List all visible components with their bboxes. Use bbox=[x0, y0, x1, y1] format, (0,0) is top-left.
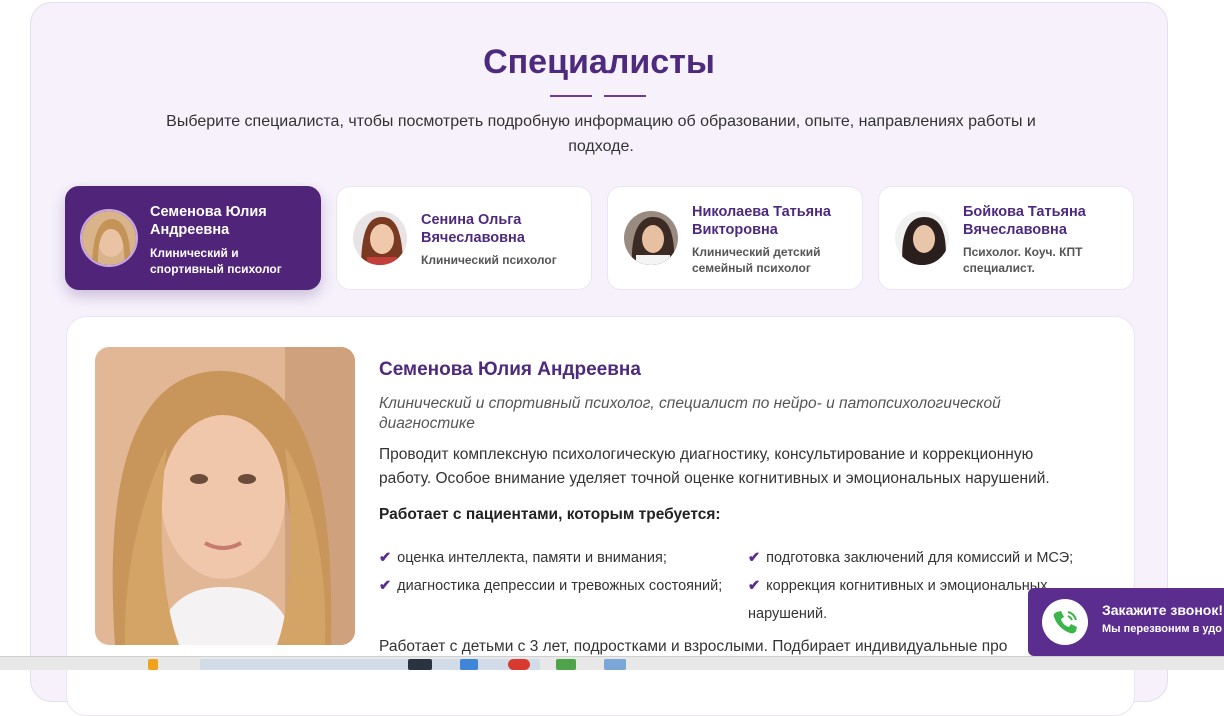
os-taskbar bbox=[0, 656, 1224, 670]
taskbar-app-icon[interactable] bbox=[604, 659, 626, 670]
specialist-name: Николаева Татьяна Викторовна bbox=[692, 204, 831, 238]
specialist-tabs: Семенова Юлия Андреевна Клинический и сп… bbox=[65, 186, 1137, 292]
avatar bbox=[80, 209, 138, 267]
specialist-name: Бойкова Татьяна Вячеславовна bbox=[963, 204, 1086, 238]
section-subtitle: Выберите специалиста, чтобы посмотреть п… bbox=[166, 113, 1036, 155]
callback-widget[interactable]: Закажите звонок! Мы перезвоним в удо bbox=[1028, 588, 1224, 656]
check-icon: ✔ bbox=[748, 578, 761, 594]
list-item: ✔ оценка интеллекта, памяти и внимания; bbox=[379, 550, 667, 566]
list-item: ✔ диагностика депрессии и тревожных состо… bbox=[379, 578, 723, 594]
works-with-list: ✔ оценка интеллекта, памяти и внимания; ✔… bbox=[379, 544, 1109, 624]
phone-icon bbox=[1042, 599, 1088, 645]
specialist-photo bbox=[95, 347, 355, 645]
taskbar-app-icon[interactable] bbox=[408, 659, 432, 670]
specialist-tab-senina[interactable]: Сенина Ольга Вячеславовна Клинический пс… bbox=[336, 186, 592, 290]
works-with-title: Работает с пациентами, которым требуется… bbox=[379, 506, 721, 523]
specialist-name: Семенова Юлия Андреевна bbox=[150, 204, 267, 238]
specialist-role: Клинический детский семейный психолог bbox=[692, 245, 821, 275]
profile-description: Проводит комплексную психологическую диа… bbox=[379, 446, 1050, 487]
check-icon: ✔ bbox=[379, 550, 392, 566]
specialist-role: Психолог. Коуч. КПТ специалист. bbox=[963, 245, 1083, 275]
specialist-tab-nikolaeva[interactable]: Николаева Татьяна Викторовна Клинический… bbox=[607, 186, 863, 290]
specialists-section: Специалисты Выберите специалиста, чтобы … bbox=[30, 2, 1168, 716]
list-item: ✔ подготовка заключений для комиссий и МС… bbox=[748, 550, 1074, 566]
section-title: Специалисты bbox=[483, 43, 715, 81]
title-divider-left bbox=[550, 95, 592, 97]
specialist-name: Сенина Ольга Вячеславовна bbox=[421, 212, 525, 246]
profile-role: Клинический и спортивный психолог, специ… bbox=[379, 395, 1001, 432]
callback-subtitle: Мы перезвоним в удо bbox=[1102, 623, 1222, 635]
callback-title: Закажите звонок! bbox=[1102, 602, 1224, 618]
specialist-tab-boykova[interactable]: Бойкова Татьяна Вячеславовна Психолог. К… bbox=[878, 186, 1134, 290]
specialist-tab-semenova[interactable]: Семенова Юлия Андреевна Клинический и сп… bbox=[65, 186, 321, 290]
specialist-role: Клинический и спортивный психолог bbox=[150, 246, 282, 276]
specialist-role: Клинический психолог bbox=[421, 253, 557, 267]
check-icon: ✔ bbox=[748, 550, 761, 566]
avatar bbox=[622, 209, 680, 267]
avatar bbox=[893, 209, 951, 267]
taskbar-app-icon[interactable] bbox=[556, 659, 576, 670]
profile-name: Семенова Юлия Андреевна bbox=[379, 359, 641, 380]
taskbar-app-icon[interactable] bbox=[148, 659, 158, 670]
taskbar-window-strip bbox=[200, 659, 540, 670]
avatar bbox=[351, 209, 409, 267]
taskbar-app-icon[interactable] bbox=[508, 659, 530, 670]
title-divider-right bbox=[604, 95, 646, 97]
check-icon: ✔ bbox=[379, 578, 392, 594]
taskbar-app-icon[interactable] bbox=[460, 659, 478, 670]
